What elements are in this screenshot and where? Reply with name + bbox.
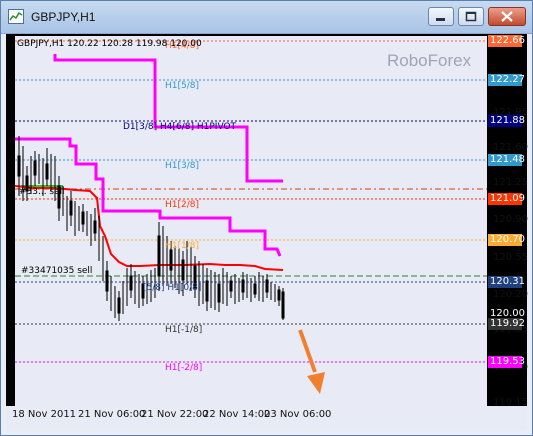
plot-area[interactable]: H1[4/8] H1[5/8] D1[3/8] H4[6/8] H1PIVOT … — [15, 36, 487, 406]
y-tick-label: 121.60 — [493, 142, 528, 153]
label-h1-1-8: H1[1/8] — [165, 241, 199, 251]
label-sell-1: #33... sell — [19, 187, 65, 197]
candlesticks — [17, 136, 285, 321]
window-title: GBPJPY,H1 — [31, 10, 96, 24]
y-tick-label: 120.55 — [493, 252, 528, 263]
chart-window: GBPJPY,H1 H1[4/8] H1[5/8] D1[3/8] H4[6/8… — [0, 0, 533, 436]
y-tick-label: 121.25 — [493, 177, 528, 188]
chart-icon — [8, 9, 24, 24]
maximize-icon — [465, 11, 477, 22]
label-sell-2: #33471035 sell — [21, 266, 92, 276]
label-h1-3-8: H1[3/8] — [165, 161, 199, 171]
price-box: 120.70 — [488, 234, 525, 246]
close-button[interactable] — [488, 7, 526, 26]
minimize-icon — [436, 18, 445, 21]
price-box: 120.31 — [488, 276, 525, 288]
close-icon — [501, 11, 513, 22]
chart-area[interactable]: H1[4/8] H1[5/8] D1[3/8] H4[6/8] H1PIVOT … — [6, 34, 528, 430]
label-pivot: D1[3/8] H4[6/8] H1PIVOT — [123, 122, 237, 132]
y-tick-label: 120.20 — [493, 289, 528, 300]
label-h1-m1-8: H1[-1/8] — [165, 325, 202, 335]
minimize-button[interactable] — [428, 7, 454, 26]
price-box: 121.88 — [488, 115, 525, 127]
price-box: 119.92 — [488, 318, 525, 330]
maximize-button[interactable] — [458, 7, 484, 26]
symbol-info: GBPJPY,H1 120.22 120.28 119.98 120.00 — [17, 39, 202, 49]
price-box: 122.27 — [488, 74, 525, 86]
x-tick-label: 22 Nov 14:00 — [203, 409, 271, 420]
x-tick-label: 21 Nov 22:00 — [141, 409, 209, 420]
x-tick-label: 21 Nov 06:00 — [78, 409, 146, 420]
price-box: 121.48 — [488, 154, 525, 166]
title-bar[interactable]: GBPJPY,H1 — [1, 1, 532, 34]
y-tick-label: 120.90 — [493, 214, 528, 225]
price-box: 119.53 — [488, 356, 525, 368]
label-h1-5-8: H1[5/8] — [165, 81, 199, 91]
x-tick-label: 23 Nov 06:00 — [264, 409, 332, 420]
x-tick-label: 18 Nov 2011 — [12, 409, 77, 420]
price-box: 121.09 — [488, 193, 525, 205]
label-h1-0-8: [5/8] H1[0/8] — [143, 283, 201, 293]
price-box: 122.66 — [488, 35, 525, 47]
price-chart[interactable]: H1[4/8] H1[5/8] D1[3/8] H4[6/8] H1PIVOT … — [15, 36, 487, 406]
watermark: RoboForex — [387, 51, 472, 70]
label-h1-2-8: H1[2/8] — [165, 200, 199, 210]
label-h1-m2-8: H1[-2/8] — [165, 363, 202, 373]
